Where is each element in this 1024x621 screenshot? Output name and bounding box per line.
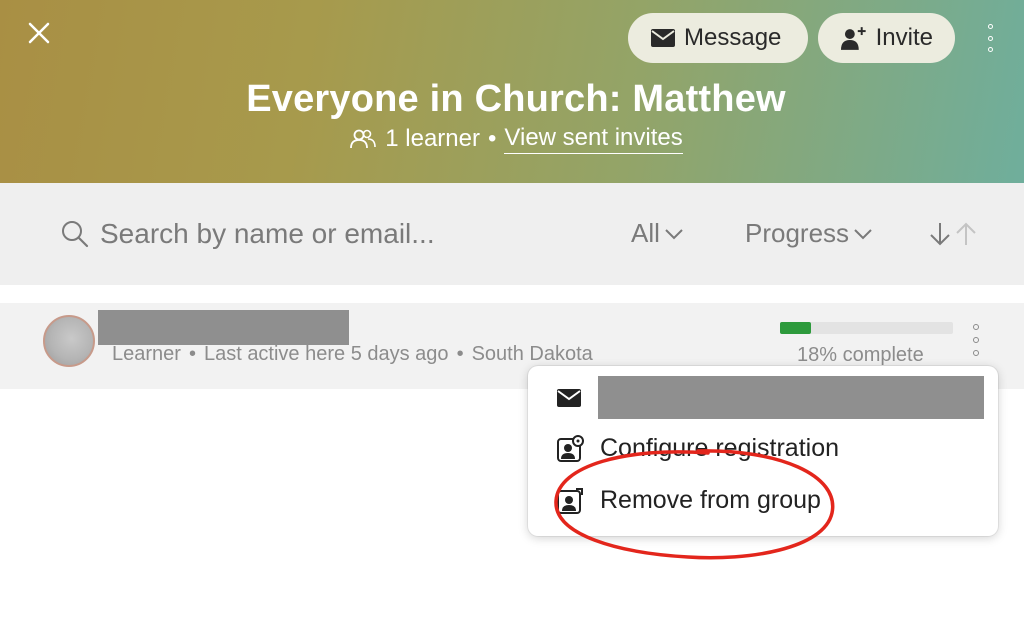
last-active: Last active here 5 days ago — [203, 343, 449, 365]
message-button[interactable]: Message — [628, 13, 808, 63]
close-button[interactable] — [22, 16, 56, 50]
page-title: Everyone in Church: Matthew — [246, 78, 786, 120]
header-more-options-icon[interactable] — [978, 20, 1002, 56]
separator: • — [488, 125, 497, 152]
add-user-icon — [840, 27, 866, 50]
search-input[interactable] — [100, 212, 500, 256]
chevron-down-icon — [854, 228, 872, 239]
progress-label: 18% complete — [797, 344, 924, 366]
menu-item-email[interactable] — [556, 376, 984, 419]
learner-location: South Dakota — [471, 343, 593, 365]
message-button-label: Message — [684, 24, 782, 51]
menu-item-remove-from-group[interactable]: Remove from group — [556, 486, 821, 515]
sort-ascending-icon — [956, 222, 976, 245]
learner-count: 1 learner — [385, 125, 480, 152]
remove-user-icon — [557, 487, 583, 514]
configure-user-icon — [557, 434, 584, 462]
chevron-down-icon — [665, 228, 683, 239]
filter-progress-label: Progress — [745, 218, 850, 248]
view-sent-invites-link[interactable]: View sent invites — [504, 124, 683, 154]
invite-button-label: Invite — [875, 24, 933, 51]
learner-meta: Learner • Last active here 5 days ago • … — [112, 343, 593, 366]
search-icon — [62, 221, 89, 248]
filter-all-dropdown[interactable]: All — [631, 218, 684, 249]
progress-bar — [780, 322, 953, 334]
redacted-learner-name — [98, 310, 349, 345]
envelope-icon — [557, 388, 581, 407]
filter-all-label: All — [631, 218, 660, 248]
sort-descending-icon — [930, 223, 950, 246]
separator: • — [456, 343, 464, 365]
group-summary: 1 learner • View sent invites — [0, 124, 1024, 154]
learners-icon — [350, 129, 377, 149]
remove-from-group-label: Remove from group — [600, 486, 821, 514]
learner-context-menu: Configure registration Remove from group — [528, 366, 998, 536]
progress-bar-fill — [780, 322, 812, 334]
close-icon — [28, 22, 50, 44]
invite-button[interactable]: Invite — [818, 13, 955, 63]
redacted-email — [598, 376, 984, 419]
row-more-options-icon[interactable] — [968, 324, 984, 356]
sort-toggle[interactable] — [928, 220, 978, 248]
avatar — [43, 315, 95, 367]
filter-progress-dropdown[interactable]: Progress — [745, 218, 873, 249]
separator: • — [188, 343, 196, 365]
menu-item-configure-registration[interactable]: Configure registration — [556, 434, 839, 463]
envelope-icon — [651, 29, 675, 47]
configure-registration-label: Configure registration — [600, 434, 840, 462]
learner-role: Learner — [112, 343, 181, 365]
